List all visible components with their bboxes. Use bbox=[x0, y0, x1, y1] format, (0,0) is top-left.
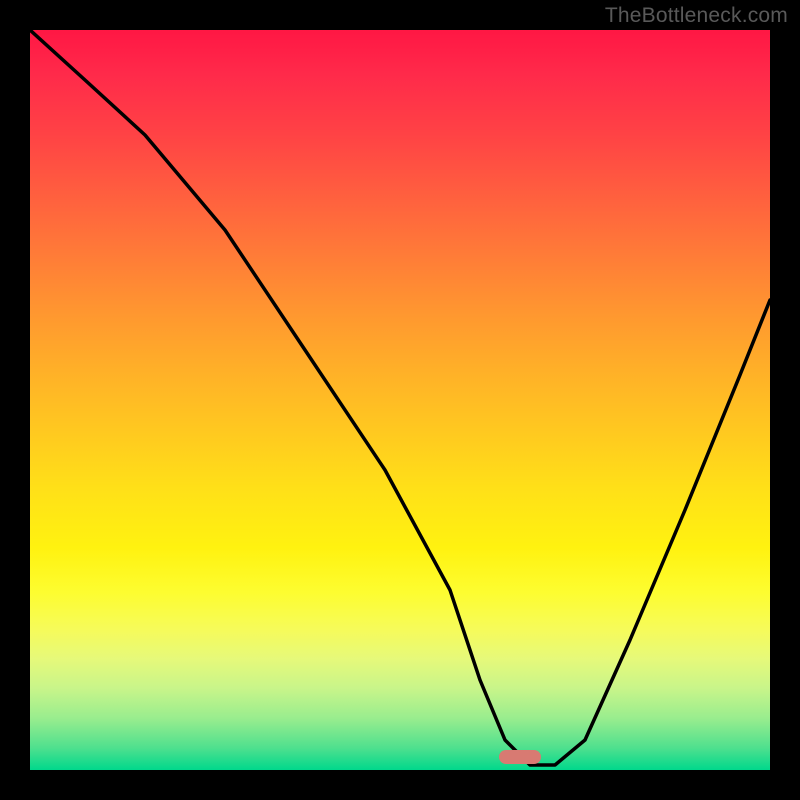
plot-area bbox=[30, 30, 770, 770]
bottleneck-curve bbox=[30, 30, 770, 770]
watermark-text: TheBottleneck.com bbox=[605, 4, 788, 28]
optimal-marker bbox=[499, 750, 541, 764]
